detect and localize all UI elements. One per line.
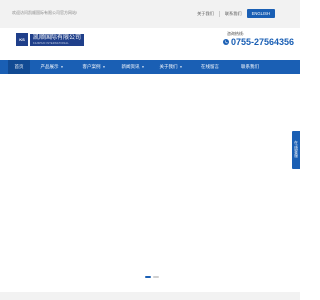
logo-text-block: 凯顺国际有限公司 KAISHUN INTERNATIONAL	[30, 33, 85, 46]
slider-pagination	[144, 276, 160, 278]
caret-down-icon: ▼	[60, 65, 64, 69]
nav-item-label: 在线留言	[201, 64, 219, 69]
caret-down-icon: ▼	[141, 65, 145, 69]
about-link[interactable]: 关于我们	[197, 11, 214, 17]
hotline-phone: 0755-27564356	[230, 37, 294, 47]
contact-link[interactable]: 联系我们	[225, 11, 242, 17]
footer-strip	[0, 292, 300, 300]
logo-company-name-en: KAISHUN INTERNATIONAL	[33, 41, 69, 45]
caret-down-icon: ▼	[102, 65, 106, 69]
nav-item-label: 首页	[14, 64, 24, 69]
logo-company-name: 凯顺国际有限公司	[33, 34, 82, 41]
nav-item-home[interactable]: 首页	[8, 60, 30, 74]
nav-item-label: 联系我们	[241, 64, 259, 69]
logo-mark: KS	[16, 33, 28, 46]
top-bar: 欢迎访问凯顺国际有限公司官方网站! 关于我们 联系我们 ENGLISH	[0, 0, 300, 29]
top-divider	[218, 10, 220, 17]
phone-icon	[222, 39, 229, 45]
nav-item-about[interactable]: 关于我们 ▼	[152, 60, 190, 74]
hotline: 咨询热线: 0755-27564356	[222, 31, 294, 47]
online-service-float[interactable]: 在线客服	[292, 131, 300, 169]
online-service-label: 在线客服	[294, 141, 298, 159]
nav-item-message[interactable]: 在线留言	[190, 60, 230, 74]
nav-item-label: 关于我们	[159, 64, 178, 69]
nav-item-news[interactable]: 新闻资讯 ▼	[114, 60, 152, 74]
hero-banner[interactable]	[0, 74, 300, 284]
slide-dot[interactable]	[153, 276, 159, 278]
slide-dot[interactable]	[145, 276, 151, 278]
nav-item-cases[interactable]: 客户案例 ▼	[74, 60, 114, 74]
main-nav: 首页 产品展示 ▼ 客户案例 ▼ 新闻资讯 ▼ 关于我们 ▼ 在线留言 联系我们	[0, 60, 300, 74]
caret-down-icon: ▼	[179, 65, 183, 69]
header: KS 凯顺国际有限公司 KAISHUN INTERNATIONAL 咨询热线: …	[0, 28, 300, 60]
nav-item-label: 产品展示	[40, 64, 59, 69]
nav-item-label: 新闻资讯	[121, 64, 140, 69]
hotline-number-row: 0755-27564356	[222, 37, 294, 47]
nav-item-contact[interactable]: 联系我们	[230, 60, 270, 74]
nav-item-products[interactable]: 产品展示 ▼	[30, 60, 74, 74]
welcome-text: 欢迎访问凯顺国际有限公司官方网站!	[12, 10, 78, 15]
nav-item-label: 客户案例	[82, 64, 101, 69]
top-links: 关于我们 联系我们 ENGLISH	[197, 9, 275, 18]
logo[interactable]: KS 凯顺国际有限公司 KAISHUN INTERNATIONAL	[16, 33, 85, 46]
english-button[interactable]: ENGLISH	[246, 9, 275, 18]
nav-items: 首页 产品展示 ▼ 客户案例 ▼ 新闻资讯 ▼ 关于我们 ▼ 在线留言 联系我们	[8, 60, 270, 74]
